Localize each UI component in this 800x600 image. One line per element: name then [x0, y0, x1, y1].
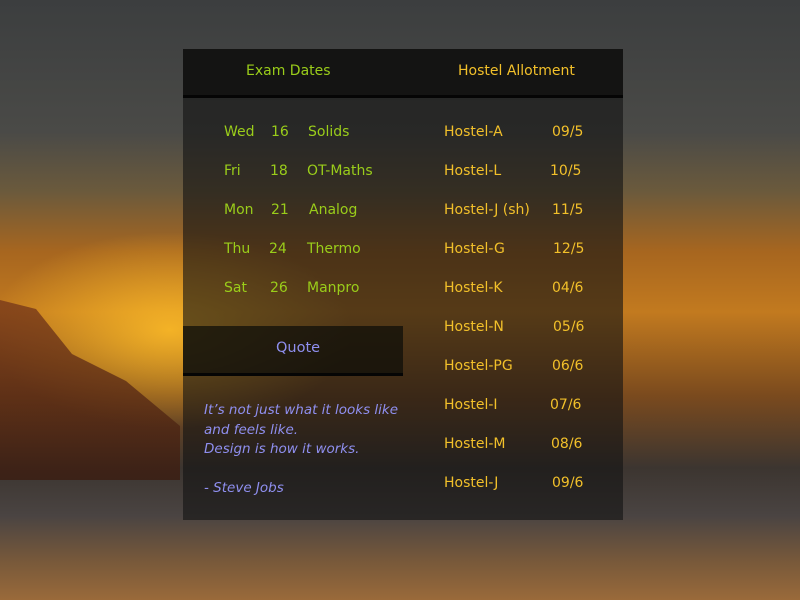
hostel-name: Hostel-PG	[444, 358, 513, 374]
hostel-name: Hostel-J (sh)	[444, 202, 530, 218]
quote-author: - Steve Jobs	[204, 480, 284, 496]
exam-day: Sat	[224, 280, 247, 296]
exam-date: 16	[271, 124, 289, 140]
hostel-date: 12/5	[553, 241, 585, 257]
hostel-name: Hostel-A	[444, 124, 503, 140]
hostel-name: Hostel-G	[444, 241, 505, 257]
quote-line: and feels like.	[204, 422, 299, 438]
hostel-date: 05/6	[553, 319, 585, 335]
hostel-name: Hostel-L	[444, 163, 502, 179]
hostel-name: Hostel-N	[444, 319, 504, 335]
hostel-date: 04/6	[552, 280, 584, 296]
quote-line: It’s not just what it looks like	[204, 402, 399, 418]
exam-subject: Thermo	[307, 241, 361, 257]
hostel-name: Hostel-J	[444, 475, 499, 491]
quote-line: Design is how it works.	[204, 441, 360, 457]
quote-header: Quote	[183, 326, 403, 376]
exam-date: 24	[269, 241, 287, 257]
hostel-date: 10/5	[550, 163, 582, 179]
exam-day: Fri	[224, 163, 241, 179]
exam-date: 18	[270, 163, 288, 179]
exam-subject: Analog	[309, 202, 358, 218]
hostel-date: 11/5	[552, 202, 584, 218]
exam-subject: Solids	[308, 124, 350, 140]
hostel-date: 09/6	[552, 475, 584, 491]
hostel-date: 06/6	[552, 358, 584, 374]
hostel-name: Hostel-K	[444, 280, 503, 296]
exam-day: Mon	[224, 202, 254, 218]
exam-date: 26	[270, 280, 288, 296]
exam-date: 21	[271, 202, 289, 218]
info-panel: Exam Dates Hostel Allotment Wed 16 Solid…	[183, 49, 623, 520]
quote-title: Quote	[276, 340, 321, 356]
panel-header: Exam Dates Hostel Allotment	[183, 49, 623, 98]
exam-day: Thu	[224, 241, 251, 257]
hostel-date: 09/5	[552, 124, 584, 140]
exam-dates-title: Exam Dates	[246, 63, 331, 79]
hostel-allotment-title: Hostel Allotment	[458, 63, 575, 79]
hostel-date: 08/6	[551, 436, 583, 452]
background-cliff	[0, 300, 180, 480]
exam-subject: Manpro	[307, 280, 360, 296]
exam-day: Wed	[224, 124, 255, 140]
hostel-name: Hostel-I	[444, 397, 498, 413]
exam-subject: OT-Maths	[307, 163, 373, 179]
hostel-name: Hostel-M	[444, 436, 506, 452]
hostel-date: 07/6	[550, 397, 582, 413]
